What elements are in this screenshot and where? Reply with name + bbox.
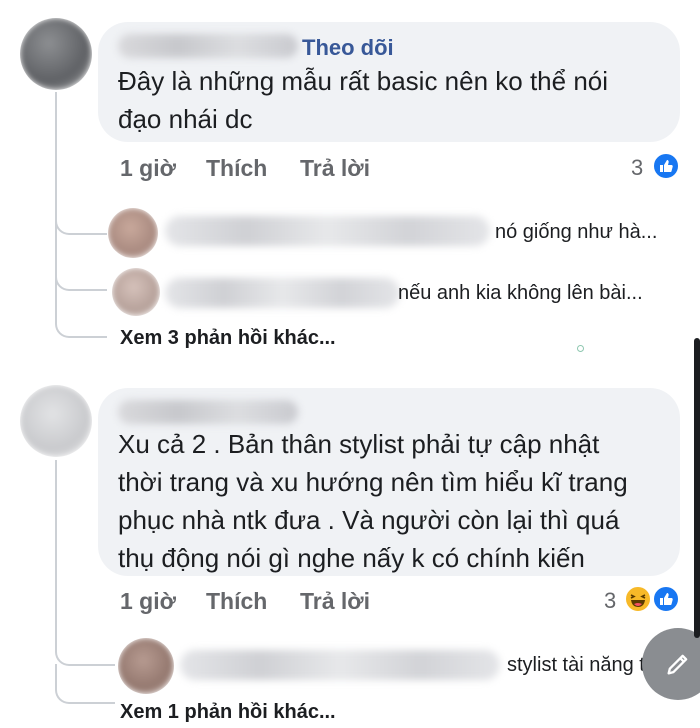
commenter-name[interactable] [118,34,298,58]
comment-actions: 1 giờ Thích Trả lời [120,588,680,618]
reaction-count[interactable]: 3 [631,155,643,181]
comment-text-line: thời trang và xu hướng nên tìm hiểu kĩ t… [118,467,628,497]
haha-icon[interactable] [624,585,652,613]
timestamp[interactable]: 1 giờ [120,155,176,182]
reply-connector [55,235,107,291]
comment-text: Xu cả 2 . Bản thân stylist phải tự cập n… [118,425,678,577]
reply-snippet[interactable]: nó giống như hà... [495,221,657,244]
reply-connector [55,205,107,235]
reply-snippet[interactable]: stylist tài năng t... [507,654,662,677]
reply-button[interactable]: Trả lời [300,588,370,615]
comment-text-line: phục nhà ntk đưa . Và người còn lại thì … [118,505,620,535]
reply-connector [55,290,107,338]
reply-author-name[interactable] [165,216,490,246]
reply-connector [55,664,115,704]
view-more-replies-link[interactable]: Xem 3 phản hồi khác... [120,327,336,350]
reply-avatar[interactable] [108,208,158,258]
decorative-dot [577,345,584,352]
like-button[interactable]: Thích [206,155,267,182]
commenter-name[interactable] [118,400,298,424]
reply-avatar[interactable] [118,638,174,694]
commenter-avatar[interactable] [20,18,92,90]
like-icon[interactable] [652,585,680,613]
scrollbar[interactable] [694,338,700,638]
reply-author-name[interactable] [180,650,500,680]
comment-text-line: Đây là những mẫu rất basic nên ko thể nó… [118,66,609,96]
edit-pencil-icon [667,654,688,675]
follow-link[interactable]: Theo dõi [302,35,394,61]
view-more-replies-link[interactable]: Xem 1 phản hồi khác... [120,701,336,724]
reply-button[interactable]: Trả lời [300,155,370,182]
reaction-count[interactable]: 3 [604,588,616,614]
reply-snippet[interactable]: nếu anh kia không lên bài... [398,282,643,305]
compose-button[interactable] [642,628,700,700]
comment-text-line: thụ động nói gì nghe nấy k có chính kiến [118,543,585,573]
reply-connector [55,630,115,666]
comment-actions: 1 giờ Thích Trả lời [120,155,680,185]
like-button[interactable]: Thích [206,588,267,615]
comment-text-line: Xu cả 2 . Bản thân stylist phải tự cập n… [118,429,600,459]
comment-text: Đây là những mẫu rất basic nên ko thể nó… [118,62,668,138]
timestamp[interactable]: 1 giờ [120,588,176,615]
thread-line [55,460,57,635]
reply-author-name[interactable] [165,278,400,308]
reply-avatar[interactable] [112,268,160,316]
comment-text-line: đạo nhái dc [118,104,253,134]
commenter-avatar[interactable] [20,385,92,457]
like-icon[interactable] [652,152,680,180]
